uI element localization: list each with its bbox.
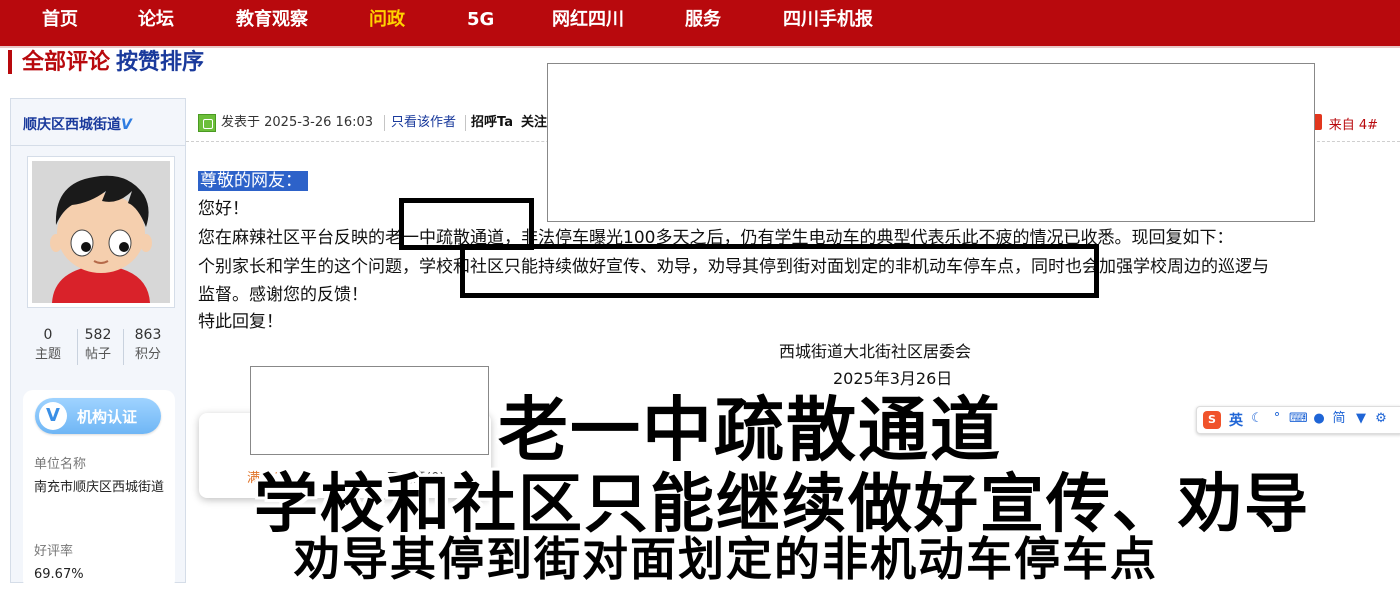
post-line-hello: 您好！: [198, 199, 249, 219]
header-separator: [465, 115, 466, 131]
nav-forum[interactable]: 论坛: [138, 8, 174, 32]
section-title: 全部评论 按赞排序: [22, 48, 204, 78]
settings-icon[interactable]: ⚙: [1373, 411, 1389, 427]
redacted-area-small: [250, 366, 489, 455]
ime-logo-icon[interactable]: S: [1203, 411, 1221, 429]
nav-service[interactable]: 服务: [685, 8, 721, 32]
user-icon[interactable]: ●: [1311, 411, 1327, 427]
simplified-icon[interactable]: 简: [1331, 411, 1347, 427]
keyboard-icon[interactable]: ⌨: [1289, 411, 1308, 427]
post-line-thanks: 监督。感谢您的反馈！: [198, 285, 368, 305]
certification-card: V 机构认证 单位名称 南充市顺庆区西城街道 好评率 69.67%: [23, 390, 175, 590]
org-cert-badge[interactable]: V 机构认证: [35, 398, 161, 434]
nav-home[interactable]: 首页: [42, 8, 78, 32]
unit-name-label: 单位名称: [34, 457, 87, 472]
caption-line-1: 老一中疏散通道: [498, 389, 1002, 471]
verified-v-icon: V: [39, 402, 67, 430]
post-greeting: 尊敬的网友：: [198, 169, 308, 193]
stat-points-value: 863: [134, 327, 162, 343]
user-name-text: 顺庆区西城街道: [23, 117, 121, 133]
sidebar-divider: [11, 145, 185, 146]
rating-label: 好评率: [34, 544, 74, 559]
rating-value: 69.67%: [34, 567, 84, 582]
top-nav: 首页 论坛 教育观察 问政 5G 网红四川 服务 四川手机报: [0, 0, 1400, 46]
post-date: 发表于 2025-3-26 16:03: [221, 115, 374, 130]
user-sidebar: 顺庆区西城街道V 0 主题 582 帖子 863 积分 V 机构认证 单位名称 …: [10, 98, 187, 590]
redacted-area: [547, 63, 1315, 222]
greet-button[interactable]: 招呼Ta: [471, 114, 513, 132]
user-name[interactable]: 顺庆区西城街道V: [23, 114, 132, 134]
greeting-highlight: 尊敬的网友：: [198, 171, 308, 191]
moon-icon[interactable]: ☾: [1249, 411, 1265, 427]
highlight-box-channel: [399, 198, 534, 250]
verified-icon: V: [121, 117, 132, 133]
section-accent-bar: [8, 50, 12, 74]
signature: 西城街道大北街社区居委会: [779, 342, 972, 361]
post-icon: [198, 114, 216, 132]
follow-button[interactable]: 关注: [521, 114, 547, 132]
nav-divider: [0, 46, 1400, 48]
ime-toolbar: S 英 ☾ ° ⌨ ● 简 ▼ ⚙: [1196, 406, 1400, 434]
nav-inquiry[interactable]: 问政: [369, 8, 405, 32]
all-comments-label: 全部评论: [22, 50, 111, 75]
sort-by-likes-link[interactable]: 按赞排序: [116, 50, 204, 75]
org-cert-label: 机构认证: [77, 408, 138, 426]
avatar[interactable]: [27, 156, 175, 308]
post-line-closing: 特此回复！: [198, 312, 283, 332]
stat-points[interactable]: 863 积分: [119, 325, 177, 365]
sign-date: 2025年3月26日: [833, 369, 953, 388]
skin-icon[interactable]: ▼: [1353, 411, 1369, 427]
highlight-box-guidance: [460, 244, 1099, 298]
stat-points-label: 积分: [134, 347, 161, 362]
nav-5g[interactable]: 5G: [467, 8, 494, 32]
nav-mobile-news[interactable]: 四川手机报: [783, 8, 873, 32]
nav-influencer-sichuan[interactable]: 网红四川: [552, 8, 624, 32]
nav-education[interactable]: 教育观察: [236, 8, 308, 32]
punctuation-icon[interactable]: °: [1269, 411, 1285, 427]
caption-line-3: 劝导其停到街对面划定的非机动车停车点: [294, 532, 1158, 586]
unit-name-value: 南充市顺庆区西城街道: [34, 480, 165, 495]
ime-language-toggle[interactable]: 英: [1229, 410, 1243, 430]
floor-number[interactable]: 来自 4#: [1329, 114, 1378, 133]
only-author-link[interactable]: 只看该作者: [391, 114, 456, 132]
avatar-cartoon-icon: [32, 161, 170, 303]
user-stats: 0 主题 582 帖子 863 积分: [11, 325, 187, 369]
header-separator: [384, 115, 385, 131]
